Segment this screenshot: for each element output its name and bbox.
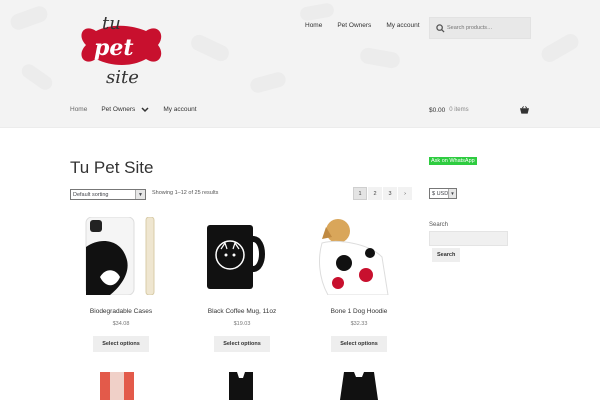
- top-nav-my-account[interactable]: My account: [386, 22, 419, 29]
- top-nav-pet-owners[interactable]: Pet Owners: [337, 22, 371, 29]
- product-name[interactable]: Biodegradable Cases: [70, 308, 172, 315]
- product-card: Biodegradable Cases $34.08 Select option…: [70, 216, 172, 352]
- bone-pattern: [538, 31, 582, 65]
- svg-text:pet: pet: [94, 35, 134, 61]
- bone-pattern: [188, 32, 232, 64]
- select-options-button[interactable]: Select options: [214, 336, 270, 352]
- top-navigation: Home Pet Owners My account: [305, 22, 435, 29]
- currency-select[interactable]: $ USD ▼: [429, 188, 457, 199]
- page-title: Tu Pet Site: [70, 158, 154, 177]
- product-search: [429, 17, 531, 39]
- site-header: tu pet site Home Pet Owners My account H…: [0, 0, 600, 128]
- cart-count: 0 items: [449, 107, 469, 113]
- nav-pet-owners-label: Pet Owners: [101, 106, 136, 113]
- nav-pet-owners[interactable]: Pet Owners: [101, 106, 149, 113]
- search-button[interactable]: Search: [432, 248, 461, 262]
- main-navigation: Home Pet Owners My account: [70, 106, 211, 113]
- product-image[interactable]: [191, 372, 293, 400]
- product-image[interactable]: [191, 217, 293, 295]
- sort-select[interactable]: Default sorting ▼: [70, 189, 146, 200]
- product-image[interactable]: [308, 217, 410, 296]
- product-name[interactable]: Black Coffee Mug, 11oz: [191, 308, 293, 315]
- product-card: Bone 1 Dog Hoodie $32.33 Select options: [308, 217, 410, 352]
- select-options-button[interactable]: Select options: [93, 336, 149, 352]
- search-widget-label: Search: [429, 222, 449, 228]
- bone-pattern: [248, 70, 288, 95]
- sidebar-search-input[interactable]: [429, 231, 508, 246]
- product-price: $19.03: [233, 321, 251, 327]
- whatsapp-link[interactable]: Ask on WhatsApp: [429, 157, 477, 165]
- search-icon: [436, 23, 445, 33]
- chevron-down-icon: ▼: [135, 190, 145, 199]
- product-image[interactable]: [70, 216, 172, 296]
- svg-text:tu: tu: [102, 15, 121, 34]
- chevron-down-icon: [141, 106, 149, 112]
- currency-select-value: $ USD: [432, 190, 449, 197]
- product-card: Black Coffee Mug, 11oz $19.03 Select opt…: [191, 217, 293, 352]
- bone-pattern: [19, 61, 55, 93]
- product-name[interactable]: Bone 1 Dog Hoodie: [308, 308, 410, 315]
- product-price: $34.08: [112, 321, 130, 327]
- cart-amount: $0.00: [429, 106, 446, 114]
- next-page-arrow[interactable]: ›: [398, 187, 412, 200]
- nav-home[interactable]: Home: [70, 106, 87, 113]
- product-image[interactable]: [70, 372, 172, 400]
- page-3[interactable]: 3: [383, 187, 397, 200]
- nav-my-account[interactable]: My account: [163, 106, 196, 113]
- bone-pattern: [8, 3, 50, 33]
- result-count: Showing 1–12 of 25 results: [152, 190, 219, 196]
- chevron-down-icon: ▼: [448, 189, 456, 198]
- header-cart[interactable]: $0.00 0 items: [429, 106, 529, 114]
- pagination: 1 2 3 ›: [353, 187, 413, 200]
- sort-select-value: Default sorting: [73, 191, 109, 198]
- bone-pattern: [299, 2, 335, 22]
- site-logo[interactable]: tu pet site: [72, 15, 168, 91]
- select-options-button[interactable]: Select options: [331, 336, 387, 352]
- svg-text:site: site: [106, 67, 139, 88]
- top-nav-home[interactable]: Home: [305, 22, 322, 29]
- product-price: $32.33: [350, 321, 368, 327]
- page-2[interactable]: 2: [368, 187, 382, 200]
- bone-pattern: [358, 46, 402, 70]
- search-input[interactable]: [445, 25, 527, 31]
- page-1[interactable]: 1: [353, 187, 367, 200]
- basket-icon: [520, 106, 529, 114]
- product-image[interactable]: [308, 372, 410, 400]
